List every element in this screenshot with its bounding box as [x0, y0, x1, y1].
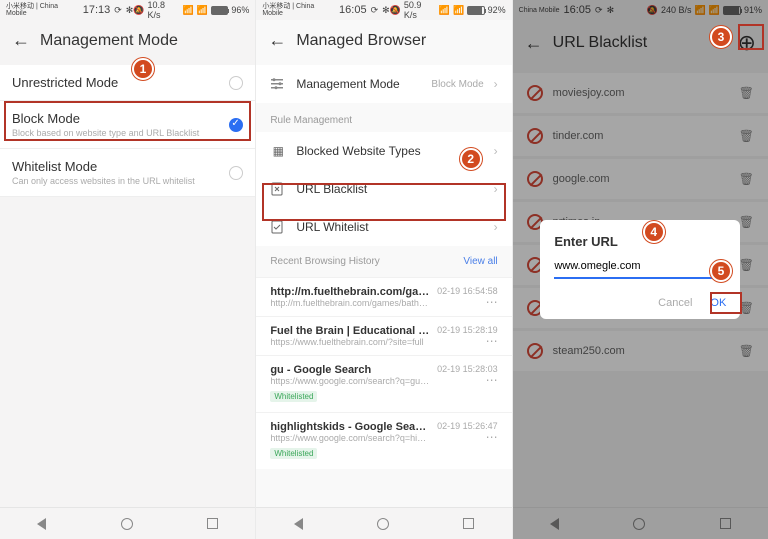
block-icon	[527, 343, 543, 359]
dialog-title: Enter URL	[554, 234, 726, 249]
url-input[interactable]	[554, 260, 712, 272]
history-item[interactable]: http://m.fuelthebrain.com/gam… http://m.…	[256, 277, 511, 316]
trash-icon[interactable]: 🗑	[739, 215, 754, 229]
nav-home-icon[interactable]	[121, 518, 133, 530]
android-navbar	[513, 507, 768, 539]
option-whitelist[interactable]: Whitelist Mode Can only access websites …	[0, 149, 255, 197]
add-icon[interactable]: ⊕	[738, 30, 756, 56]
trash-icon[interactable]: 🗑	[739, 86, 754, 100]
phone-management-mode: 小米移动 | China Mobile 17:13 ⟳✻ 🔕10.8 K/s📶📶…	[0, 0, 255, 539]
block-icon	[527, 128, 543, 144]
cancel-button[interactable]: Cancel	[658, 297, 692, 309]
history-item[interactable]: gu - Google Search https://www.google.co…	[256, 355, 511, 412]
row-blocked-types[interactable]: ▦ Blocked Website Types ›	[256, 132, 511, 170]
radio-icon[interactable]	[229, 76, 243, 90]
blacklist-url: moviesjoy.com	[553, 87, 729, 99]
trash-icon[interactable]: 🗑	[739, 301, 754, 315]
clipboard-check-icon	[270, 220, 286, 234]
row-management-mode[interactable]: Management Mode Block Mode ›	[256, 65, 511, 103]
history-item[interactable]: Fuel the Brain | Educational Ga… https:/…	[256, 316, 511, 355]
history-header: Recent Browsing History View all	[256, 246, 511, 277]
option-block-mode[interactable]: Block Mode Block based on website type a…	[0, 101, 255, 149]
chevron-right-icon: ›	[494, 182, 498, 196]
view-all-link[interactable]: View all	[463, 256, 497, 267]
page-title: Managed Browser	[296, 32, 499, 50]
page-title: URL Blacklist	[553, 34, 738, 52]
blacklist-row[interactable]: tinder.com 🗑	[513, 116, 768, 156]
ok-button[interactable]: OK	[710, 297, 726, 309]
more-icon[interactable]: ⋯	[437, 335, 498, 347]
history-item[interactable]: highlightskids - Google Search https://w…	[256, 412, 511, 469]
android-navbar	[0, 507, 255, 539]
more-icon[interactable]: ⋯	[437, 296, 498, 308]
nav-recent-icon[interactable]	[207, 518, 218, 529]
phone-managed-browser: 小米移动 | China Mobile 16:05 ⟳✻ 🔕50.9 K/s📶📶…	[256, 0, 511, 539]
nav-home-icon[interactable]	[377, 518, 389, 530]
nav-home-icon[interactable]	[633, 518, 645, 530]
status-bar: China Mobile 16:05 ⟳✻ 🔕240 B/s📶📶 91%	[513, 0, 768, 20]
whitelisted-tag: Whitelisted	[270, 448, 317, 459]
back-icon[interactable]: ←	[12, 30, 30, 51]
clear-icon[interactable]: ✕	[712, 259, 726, 273]
phone-url-blacklist: China Mobile 16:05 ⟳✻ 🔕240 B/s📶📶 91% ← U…	[513, 0, 768, 539]
back-icon[interactable]: ←	[268, 30, 286, 51]
back-icon[interactable]: ←	[525, 33, 543, 54]
blacklist-row[interactable]: moviesjoy.com 🗑	[513, 73, 768, 113]
blacklist-url: steam250.com	[553, 345, 729, 357]
page-title: Management Mode	[40, 32, 243, 50]
enter-url-dialog: Enter URL ✕ Cancel OK	[540, 220, 740, 319]
option-unrestricted[interactable]: Unrestricted Mode	[0, 65, 255, 101]
blacklist-row[interactable]: google.com 🗑	[513, 159, 768, 199]
header-bar: ← URL Blacklist ⊕	[513, 20, 768, 70]
status-bar: 小米移动 | China Mobile 17:13 ⟳✻ 🔕10.8 K/s📶📶…	[0, 0, 255, 20]
header-bar: ← Managed Browser	[256, 20, 511, 65]
nav-back-icon[interactable]	[37, 518, 46, 530]
nav-recent-icon[interactable]	[463, 518, 474, 529]
more-icon[interactable]: ⋯	[437, 374, 498, 386]
row-url-whitelist[interactable]: URL Whitelist ›	[256, 208, 511, 246]
nav-back-icon[interactable]	[294, 518, 303, 530]
section-label: Rule Management	[256, 103, 511, 132]
android-navbar	[256, 507, 511, 539]
radio-checked-icon[interactable]	[229, 118, 243, 132]
trash-icon[interactable]: 🗑	[739, 129, 754, 143]
trash-icon[interactable]: 🗑	[739, 344, 754, 358]
nav-recent-icon[interactable]	[720, 518, 731, 529]
sliders-icon	[270, 77, 286, 91]
whitelisted-tag: Whitelisted	[270, 391, 317, 402]
block-icon	[527, 171, 543, 187]
nav-back-icon[interactable]	[550, 518, 559, 530]
blacklist-row[interactable]: steam250.com 🗑	[513, 331, 768, 371]
more-icon[interactable]: ⋯	[437, 431, 498, 443]
chevron-right-icon: ›	[494, 144, 498, 158]
trash-icon[interactable]: 🗑	[739, 172, 754, 186]
grid-icon: ▦	[270, 144, 286, 158]
chevron-right-icon: ›	[494, 77, 498, 91]
status-bar: 小米移动 | China Mobile 16:05 ⟳✻ 🔕50.9 K/s📶📶…	[256, 0, 511, 20]
radio-icon[interactable]	[229, 166, 243, 180]
blacklist-url: tinder.com	[553, 130, 729, 142]
clipboard-x-icon	[270, 182, 286, 196]
row-url-blacklist[interactable]: URL Blacklist ›	[256, 170, 511, 208]
trash-icon[interactable]: 🗑	[739, 258, 754, 272]
header-bar: ← Management Mode	[0, 20, 255, 65]
blacklist-url: google.com	[553, 173, 729, 185]
block-icon	[527, 85, 543, 101]
chevron-right-icon: ›	[494, 220, 498, 234]
